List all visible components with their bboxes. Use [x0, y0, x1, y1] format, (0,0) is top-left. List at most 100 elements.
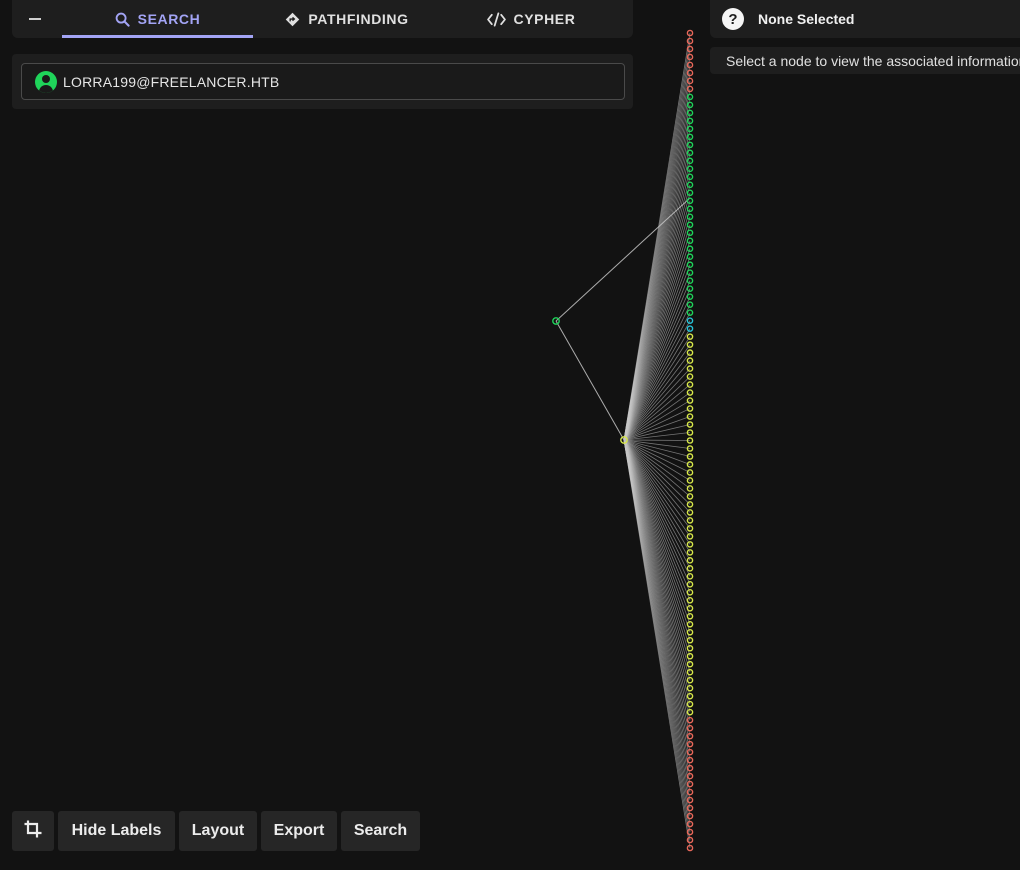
graph-node[interactable]	[686, 381, 694, 388]
graph-canvas[interactable]	[0, 0, 1020, 870]
graph-node[interactable]	[686, 181, 694, 189]
graph-node[interactable]	[686, 708, 694, 716]
graph-node[interactable]	[686, 804, 694, 812]
graph-node[interactable]	[686, 684, 694, 692]
graph-node[interactable]	[686, 373, 694, 380]
graph-node[interactable]	[686, 517, 694, 524]
graph-node[interactable]	[686, 93, 694, 101]
graph-node[interactable]	[686, 149, 694, 157]
graph-node[interactable]	[686, 604, 694, 612]
graph-node[interactable]	[686, 213, 694, 221]
graph-node[interactable]	[686, 660, 694, 668]
graph-node[interactable]	[686, 485, 694, 492]
graph-node[interactable]	[686, 780, 694, 788]
graph-node[interactable]	[686, 612, 694, 620]
graph-node[interactable]	[686, 589, 694, 596]
graph-node[interactable]	[686, 525, 694, 532]
graph-node[interactable]	[686, 61, 694, 69]
graph-node[interactable]	[686, 644, 694, 652]
graph-node[interactable]	[686, 636, 694, 644]
graph-node[interactable]	[686, 764, 694, 772]
graph-node[interactable]	[686, 429, 694, 436]
tab-search[interactable]: SEARCH	[62, 0, 253, 38]
graph-node[interactable]	[686, 173, 694, 181]
graph-node[interactable]	[686, 509, 694, 516]
graph-node-source[interactable]	[552, 317, 560, 325]
graph-node[interactable]	[686, 29, 694, 37]
graph-node[interactable]	[686, 796, 694, 804]
node-search-input[interactable]: LORRA199@FREELANCER.HTB	[21, 63, 625, 100]
graph-node[interactable]	[686, 581, 694, 588]
graph-node[interactable]	[686, 740, 694, 748]
graph-node[interactable]	[686, 141, 694, 149]
graph-node[interactable]	[686, 333, 694, 340]
graph-node[interactable]	[686, 413, 694, 420]
graph-node[interactable]	[686, 277, 694, 284]
graph-node[interactable]	[686, 189, 694, 197]
graph-node[interactable]	[686, 445, 694, 452]
tab-pathfinding[interactable]: PATHFINDING	[253, 0, 441, 38]
graph-node[interactable]	[686, 533, 694, 540]
graph-node[interactable]	[686, 549, 694, 556]
graph-node[interactable]	[686, 844, 694, 852]
graph-node[interactable]	[686, 836, 694, 844]
reset-view-button[interactable]	[12, 811, 54, 851]
graph-node[interactable]	[686, 812, 694, 820]
graph-node[interactable]	[686, 357, 694, 364]
graph-node[interactable]	[686, 772, 694, 780]
graph-node[interactable]	[686, 748, 694, 756]
graph-node[interactable]	[686, 732, 694, 740]
hide-labels-button[interactable]: Hide Labels	[58, 811, 175, 851]
graph-node[interactable]	[686, 85, 694, 93]
graph-node[interactable]	[686, 157, 694, 165]
graph-node[interactable]	[686, 77, 694, 85]
graph-node[interactable]	[686, 628, 694, 636]
graph-node[interactable]	[686, 716, 694, 724]
graph-node[interactable]	[686, 269, 694, 277]
graph-node[interactable]	[686, 125, 694, 133]
graph-node[interactable]	[686, 341, 694, 348]
graph-node[interactable]	[686, 405, 694, 412]
graph-node[interactable]	[686, 45, 694, 53]
graph-node[interactable]	[686, 724, 694, 732]
layout-button[interactable]: Layout	[179, 811, 257, 851]
graph-node[interactable]	[686, 397, 694, 404]
graph-node[interactable]	[686, 221, 694, 229]
graph-node[interactable]	[686, 493, 694, 500]
graph-node[interactable]	[686, 261, 694, 269]
graph-node[interactable]	[686, 317, 694, 324]
graph-node[interactable]	[686, 557, 694, 564]
graph-node[interactable]	[686, 389, 694, 396]
graph-node[interactable]	[686, 469, 694, 476]
graph-node[interactable]	[686, 205, 694, 213]
graph-node[interactable]	[686, 117, 694, 125]
graph-node[interactable]	[686, 301, 694, 308]
graph-node[interactable]	[686, 37, 694, 45]
graph-node[interactable]	[686, 309, 694, 316]
graph-node[interactable]	[686, 453, 694, 460]
graph-node[interactable]	[686, 820, 694, 828]
export-button[interactable]: Export	[261, 811, 337, 851]
graph-node-hub[interactable]	[620, 436, 628, 444]
graph-node[interactable]	[686, 109, 694, 117]
graph-search-button[interactable]: Search	[341, 811, 420, 851]
graph-node[interactable]	[686, 133, 694, 141]
graph-node[interactable]	[686, 573, 694, 580]
graph-node[interactable]	[686, 437, 694, 444]
graph-node[interactable]	[686, 285, 694, 292]
graph-node[interactable]	[686, 293, 694, 300]
graph-node[interactable]	[686, 620, 694, 628]
graph-node[interactable]	[686, 245, 694, 253]
graph-node[interactable]	[686, 692, 694, 700]
collapse-panel-button[interactable]	[12, 0, 58, 38]
graph-node[interactable]	[686, 165, 694, 173]
graph-node[interactable]	[686, 325, 694, 332]
graph-node[interactable]	[686, 541, 694, 548]
graph-node[interactable]	[686, 828, 694, 836]
graph-node[interactable]	[686, 237, 694, 245]
graph-node[interactable]	[686, 229, 694, 237]
graph-node[interactable]	[686, 700, 694, 708]
graph-node[interactable]	[686, 69, 694, 77]
graph-node[interactable]	[686, 756, 694, 764]
graph-node[interactable]	[686, 652, 694, 660]
